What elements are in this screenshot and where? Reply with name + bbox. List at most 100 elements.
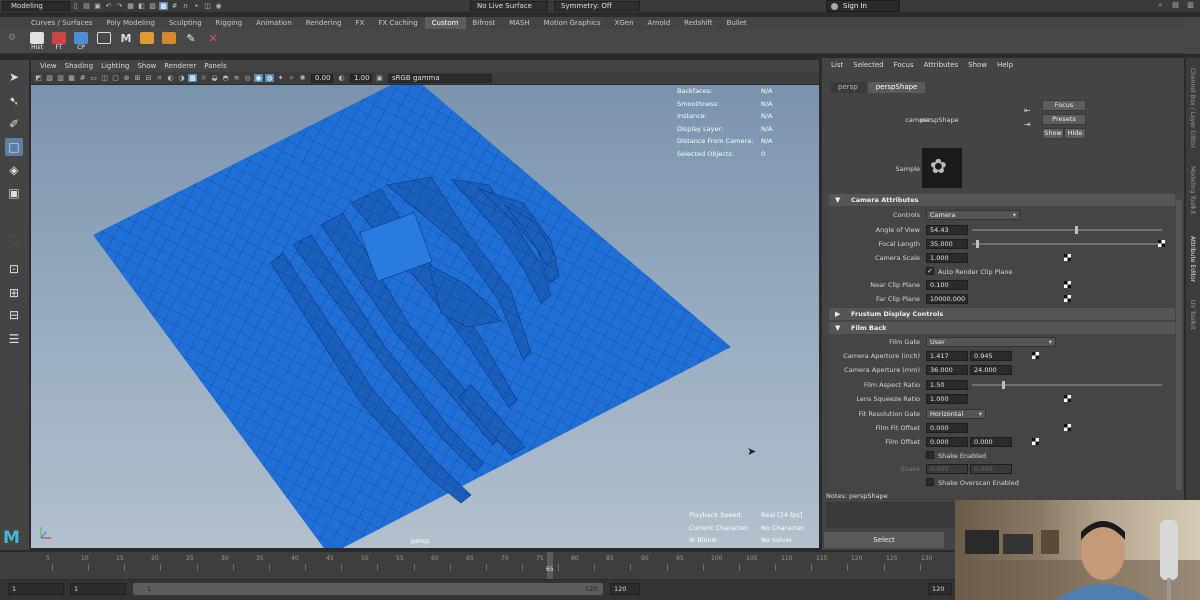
bookmark-icon[interactable]: ▥	[56, 74, 65, 82]
film-offset-y-field[interactable]: 0.000	[970, 437, 1012, 447]
angle-of-view-slider-thumb[interactable]	[1074, 226, 1078, 234]
film-offset-x-field[interactable]: 0.000	[926, 437, 968, 447]
tab-persp[interactable]: persp	[830, 82, 866, 93]
move-tool[interactable]: ▣	[5, 184, 23, 202]
select-object-icon[interactable]: ◧	[137, 2, 146, 10]
scale-tool[interactable]: □	[5, 138, 23, 156]
brush-shelf-button[interactable]: ✎	[182, 32, 200, 50]
shake-enabled-checkbox[interactable]	[926, 451, 934, 459]
mode-selector[interactable]: Modeling	[2, 1, 70, 11]
outliner-layout[interactable]: ☰	[5, 330, 23, 348]
focal-length-slider-thumb[interactable]	[975, 240, 979, 248]
color-space-dropdown[interactable]: sRGB gamma	[388, 73, 492, 83]
tab-attribute-editor[interactable]: Attribute Editor	[1189, 236, 1196, 282]
save-scene-icon[interactable]: ▣	[93, 2, 102, 10]
focal-length-map-button[interactable]	[1158, 240, 1165, 247]
presets-button[interactable]: Presets	[1042, 114, 1086, 125]
search-icon[interactable]: ⌕	[1156, 1, 1165, 9]
safe-title-icon[interactable]: ⊟	[144, 74, 153, 82]
shelf-tab[interactable]: Arnold	[641, 17, 678, 29]
shelf-tab[interactable]: Motion Graphics	[537, 17, 608, 29]
ae-menu-item[interactable]: List	[826, 61, 848, 69]
gamma-icon[interactable]: ◐	[337, 74, 346, 82]
textured-icon[interactable]: ▩	[188, 74, 197, 82]
shelf-tab[interactable]: FX Caching	[371, 17, 424, 29]
range-end-field[interactable]: 120	[610, 583, 640, 595]
shelf-tab[interactable]: MASH	[502, 17, 537, 29]
shelf-tab[interactable]: XGen	[608, 17, 641, 29]
shelf-gear-icon[interactable]: ⚙	[8, 33, 16, 43]
sign-in-button[interactable]: Sign In	[826, 0, 900, 12]
snap-grid-icon[interactable]: #	[170, 2, 179, 10]
ambient-occlusion-icon[interactable]: ◓	[221, 74, 230, 82]
gate-mask-icon[interactable]: ▢	[111, 74, 120, 82]
select-tool[interactable]: ➤	[5, 68, 23, 86]
focus-button[interactable]: Focus	[1042, 100, 1086, 111]
range-start-field[interactable]: 1	[8, 583, 64, 595]
four-pane-layout[interactable]: ⊞	[5, 284, 23, 302]
undo-icon[interactable]: ↶	[104, 2, 113, 10]
snap-point-icon[interactable]: •	[192, 2, 201, 10]
shake-x-field[interactable]: 0.000	[926, 464, 968, 474]
time-slider[interactable]: 65 5 10 15 20 25 30 35 40 45 50 55 60 65 70 75 80 85 90 95…	[0, 552, 957, 579]
camera-attributes-icon[interactable]: ▧	[45, 74, 54, 82]
angle-of-view-field[interactable]: 54.43	[926, 225, 968, 235]
shelf-tab[interactable]: Bullet	[720, 17, 754, 29]
controls-dropdown[interactable]: Camera	[926, 210, 1020, 220]
wireframe-on-shaded-icon[interactable]: ◑	[177, 74, 186, 82]
last-tool[interactable]: ○	[5, 230, 23, 248]
shelf-tab-custom[interactable]: Custom	[424, 17, 466, 29]
viewport-menu-item[interactable]: Renderer	[160, 60, 200, 72]
shelf-tab[interactable]: Redshift	[677, 17, 719, 29]
rotate-tool[interactable]: ◈	[5, 161, 23, 179]
aperture-inch-x-field[interactable]: 1.417	[926, 351, 968, 361]
ae-menu-item[interactable]: Show	[963, 61, 992, 69]
film-gate-dropdown[interactable]: User	[926, 337, 1056, 347]
focal-length-slider[interactable]	[972, 243, 1162, 245]
lens-squeeze-map-button[interactable]	[1064, 395, 1071, 402]
freeze-transform-shelf-button[interactable]: FT	[50, 32, 68, 51]
gamma-field[interactable]: 1.00	[350, 73, 372, 83]
lens-squeeze-field[interactable]: 1.000	[926, 394, 968, 404]
delete-shelf-button[interactable]: ✕	[204, 32, 222, 50]
film-fit-offset-field[interactable]: 0.000	[926, 423, 968, 433]
shake-y-field[interactable]: 0.000	[970, 464, 1012, 474]
xray-icon[interactable]: ◍	[265, 74, 274, 82]
render-icon[interactable]: ◉	[214, 2, 223, 10]
exposure-icon[interactable]: ✺	[298, 74, 307, 82]
safe-action-icon[interactable]: ⊞	[133, 74, 142, 82]
section-camera-attributes[interactable]: ▼ Camera Attributes	[829, 194, 1175, 206]
ae-menu-item[interactable]: Selected	[848, 61, 888, 69]
shelf-tab[interactable]: Poly Modeling	[99, 17, 161, 29]
panel-icon[interactable]: ▥	[1186, 1, 1195, 9]
aperture-mm-x-field[interactable]: 36.000	[926, 365, 968, 375]
lights-icon[interactable]: ☼	[199, 74, 208, 82]
angle-of-view-slider[interactable]	[972, 229, 1162, 231]
viewport-menu-item[interactable]: Show	[133, 60, 160, 72]
xray-joints-icon[interactable]: ✦	[276, 74, 285, 82]
camera-scale-map-button[interactable]	[1064, 254, 1071, 261]
near-clip-map-button[interactable]	[1064, 281, 1071, 288]
shelf-tab[interactable]: Rigging	[209, 17, 250, 29]
live-surface-field[interactable]: No Live Surface	[470, 1, 548, 11]
tab-modeling-toolkit[interactable]: Modeling Toolkit	[1189, 166, 1196, 214]
tab-perspshape[interactable]: perspShape	[867, 82, 926, 93]
two-pane-layout[interactable]: ⊟	[5, 306, 23, 324]
animation-start-field[interactable]: 1	[70, 583, 126, 595]
shelf-tab[interactable]: Rendering	[299, 17, 349, 29]
far-clip-map-button[interactable]	[1064, 295, 1071, 302]
viewport-menu-item[interactable]: Panels	[200, 60, 231, 72]
isolate-select-icon[interactable]: ◉	[254, 74, 263, 82]
select-component-icon[interactable]: ▨	[148, 2, 157, 10]
near-clip-field[interactable]: 0.100	[926, 280, 968, 290]
symmetry-field[interactable]: Symmetry: Off	[554, 1, 640, 11]
shadows-icon[interactable]: ◒	[210, 74, 219, 82]
select-hierarchy-icon[interactable]: ▦	[126, 2, 135, 10]
select-by-type-icon[interactable]: ▩	[159, 2, 168, 10]
redo-icon[interactable]: ↷	[115, 2, 124, 10]
new-scene-icon[interactable]: ▯	[71, 2, 80, 10]
attribute-editor-scrollbar[interactable]	[1176, 200, 1182, 490]
exposure-field[interactable]: 0.00	[311, 73, 333, 83]
workspace-icon[interactable]: ▤	[1171, 1, 1180, 9]
film-offset-map-button[interactable]	[1032, 438, 1039, 445]
